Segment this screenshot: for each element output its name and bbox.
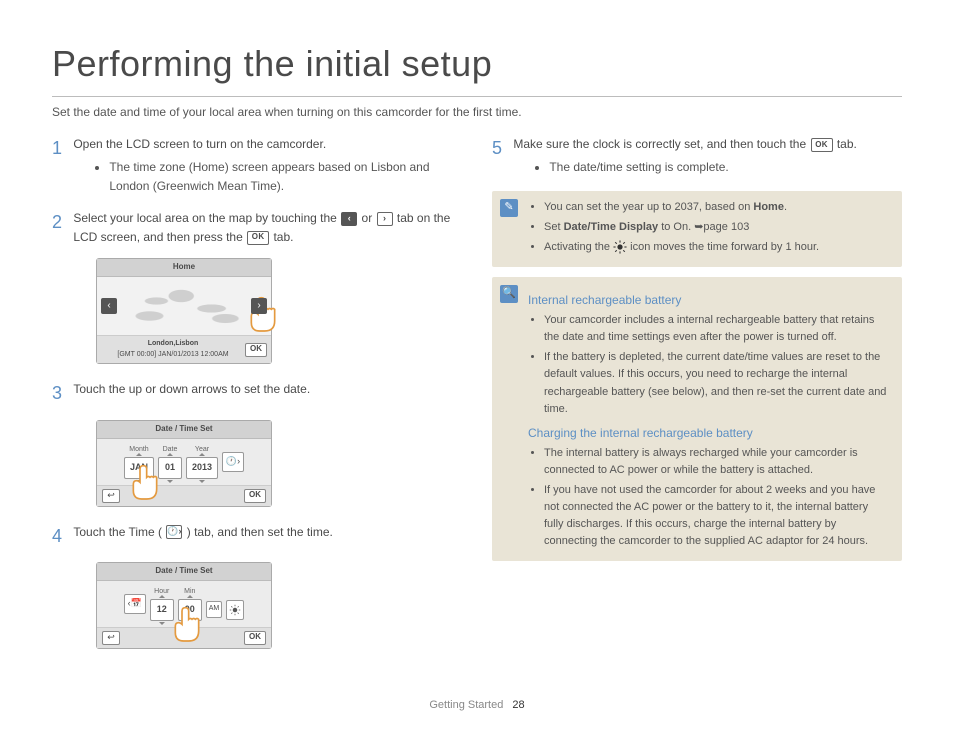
note-box-tips: ✎ You can set the year up to 2037, based…: [492, 191, 902, 267]
t: ) tab, and then set the time.: [187, 525, 333, 539]
left-arrow-icon: ‹: [341, 212, 357, 226]
ok-icon: OK: [247, 231, 269, 245]
touch-hand-icon: [170, 606, 204, 646]
note-item: If the battery is depleted, the current …: [544, 349, 890, 417]
ok-button[interactable]: OK: [244, 631, 266, 645]
step-1-bullet: The time zone (Home) screen appears base…: [109, 158, 459, 195]
page-number: 28: [512, 699, 524, 711]
step-text: Touch the up or down arrows to set the d…: [73, 380, 459, 399]
ok-icon: OK: [811, 138, 833, 152]
note-box-battery: 🔍 Internal rechargeable battery Your cam…: [492, 277, 902, 562]
screen-title: Date / Time Set: [97, 421, 271, 438]
screenshot-home: Home ‹ › London,Lisbon [GMT 00:00] JAN/0…: [96, 258, 462, 364]
t: Home: [753, 201, 784, 213]
step-5-bullet: The date/time setting is complete.: [549, 158, 899, 177]
prev-button[interactable]: ‹: [101, 298, 117, 314]
back-button[interactable]: ↩: [102, 489, 120, 503]
t: icon moves the time forward by 1 hour.: [630, 241, 819, 253]
step-3: 3 Touch the up or down arrows to set the…: [52, 380, 462, 408]
ok-button[interactable]: OK: [244, 489, 266, 503]
screenshot-date: Date / Time Set MonthJAN Date01 Year2013…: [96, 420, 462, 506]
t: Touch the Time (: [73, 525, 162, 539]
page-title: Performing the initial setup: [52, 36, 902, 92]
note-item: Your camcorder includes a internal recha…: [544, 312, 890, 346]
section-label: Getting Started: [429, 699, 503, 711]
divider: [52, 96, 902, 97]
t: Date/Time Display: [564, 221, 659, 233]
step-text: Open the LCD screen to turn on the camco…: [73, 135, 459, 197]
t: .: [784, 201, 787, 213]
note-icon: ✎: [500, 199, 518, 217]
t: to On. ➥page 103: [658, 221, 749, 233]
t: tab.: [837, 137, 857, 151]
back-button[interactable]: ↩: [102, 631, 120, 645]
step-number: 2: [52, 209, 66, 237]
ampm-value[interactable]: AM: [206, 601, 223, 618]
ok-button[interactable]: OK: [245, 343, 267, 357]
step-number: 3: [52, 380, 66, 408]
step-number: 1: [52, 135, 66, 163]
note-heading: Charging the internal rechargeable batte…: [528, 424, 890, 443]
screen-title: Date / Time Set: [97, 563, 271, 580]
step-4: 4 Touch the Time ( 🕐› ) tab, and then se…: [52, 523, 462, 551]
t: Activating the: [544, 241, 613, 253]
step-1: 1 Open the LCD screen to turn on the cam…: [52, 135, 462, 197]
time-tab-button[interactable]: 🕐›: [222, 452, 244, 472]
note-heading: Internal rechargeable battery: [528, 291, 890, 310]
step-number: 4: [52, 523, 66, 551]
t: tab.: [273, 230, 293, 244]
note-item: The internal battery is always recharged…: [544, 445, 890, 479]
t: or: [362, 211, 376, 225]
note-item: You can set the year up to 2037, based o…: [544, 199, 890, 216]
date-tab-button[interactable]: ‹📅: [124, 594, 146, 614]
note-item: If you have not used the camcorder for a…: [544, 482, 890, 550]
touch-hand-icon: [128, 464, 162, 504]
note-item: Set Date/Time Display to On. ➥page 103: [544, 219, 890, 236]
screen-title: Home: [97, 259, 271, 276]
next-button[interactable]: ›: [251, 298, 267, 314]
step-number: 5: [492, 135, 506, 163]
page-footer: Getting Started 28: [0, 697, 954, 714]
lcd-date-screen: Date / Time Set MonthJAN Date01 Year2013…: [96, 420, 272, 506]
t: Make sure the clock is correctly set, an…: [513, 137, 809, 151]
step-text: Touch the Time ( 🕐› ) tab, and then set …: [73, 523, 459, 542]
city-label: London,Lisbon: [101, 339, 245, 350]
magnify-icon: 🔍: [500, 285, 518, 303]
dst-sun-icon: [613, 240, 627, 254]
step-text: Select your local area on the map by tou…: [73, 209, 459, 246]
dst-button[interactable]: [226, 600, 244, 620]
screenshot-time: Date / Time Set ‹📅 Hour12 Min00 AM ↩ OK: [96, 562, 462, 648]
t: Select your local area on the map by tou…: [73, 211, 340, 225]
t: You can set the year up to 2037, based o…: [544, 201, 753, 213]
step-2: 2 Select your local area on the map by t…: [52, 209, 462, 246]
intro-text: Set the date and time of your local area…: [52, 103, 902, 122]
step-text: Make sure the clock is correctly set, an…: [513, 135, 899, 178]
right-column: 5 Make sure the clock is correctly set, …: [492, 135, 902, 664]
year-value[interactable]: 2013: [186, 457, 218, 479]
t: Set: [544, 221, 564, 233]
clock-icon: 🕐›: [166, 525, 182, 539]
timecode-label: [GMT 00:00] JAN/01/2013 12:00AM: [101, 350, 245, 361]
right-arrow-icon: ›: [377, 212, 393, 226]
step-5: 5 Make sure the clock is correctly set, …: [492, 135, 902, 178]
step-1-text: Open the LCD screen to turn on the camco…: [73, 137, 326, 151]
left-column: 1 Open the LCD screen to turn on the cam…: [52, 135, 462, 664]
world-map: [115, 281, 253, 331]
note-item: Activating the icon moves the time forwa…: [544, 239, 890, 256]
